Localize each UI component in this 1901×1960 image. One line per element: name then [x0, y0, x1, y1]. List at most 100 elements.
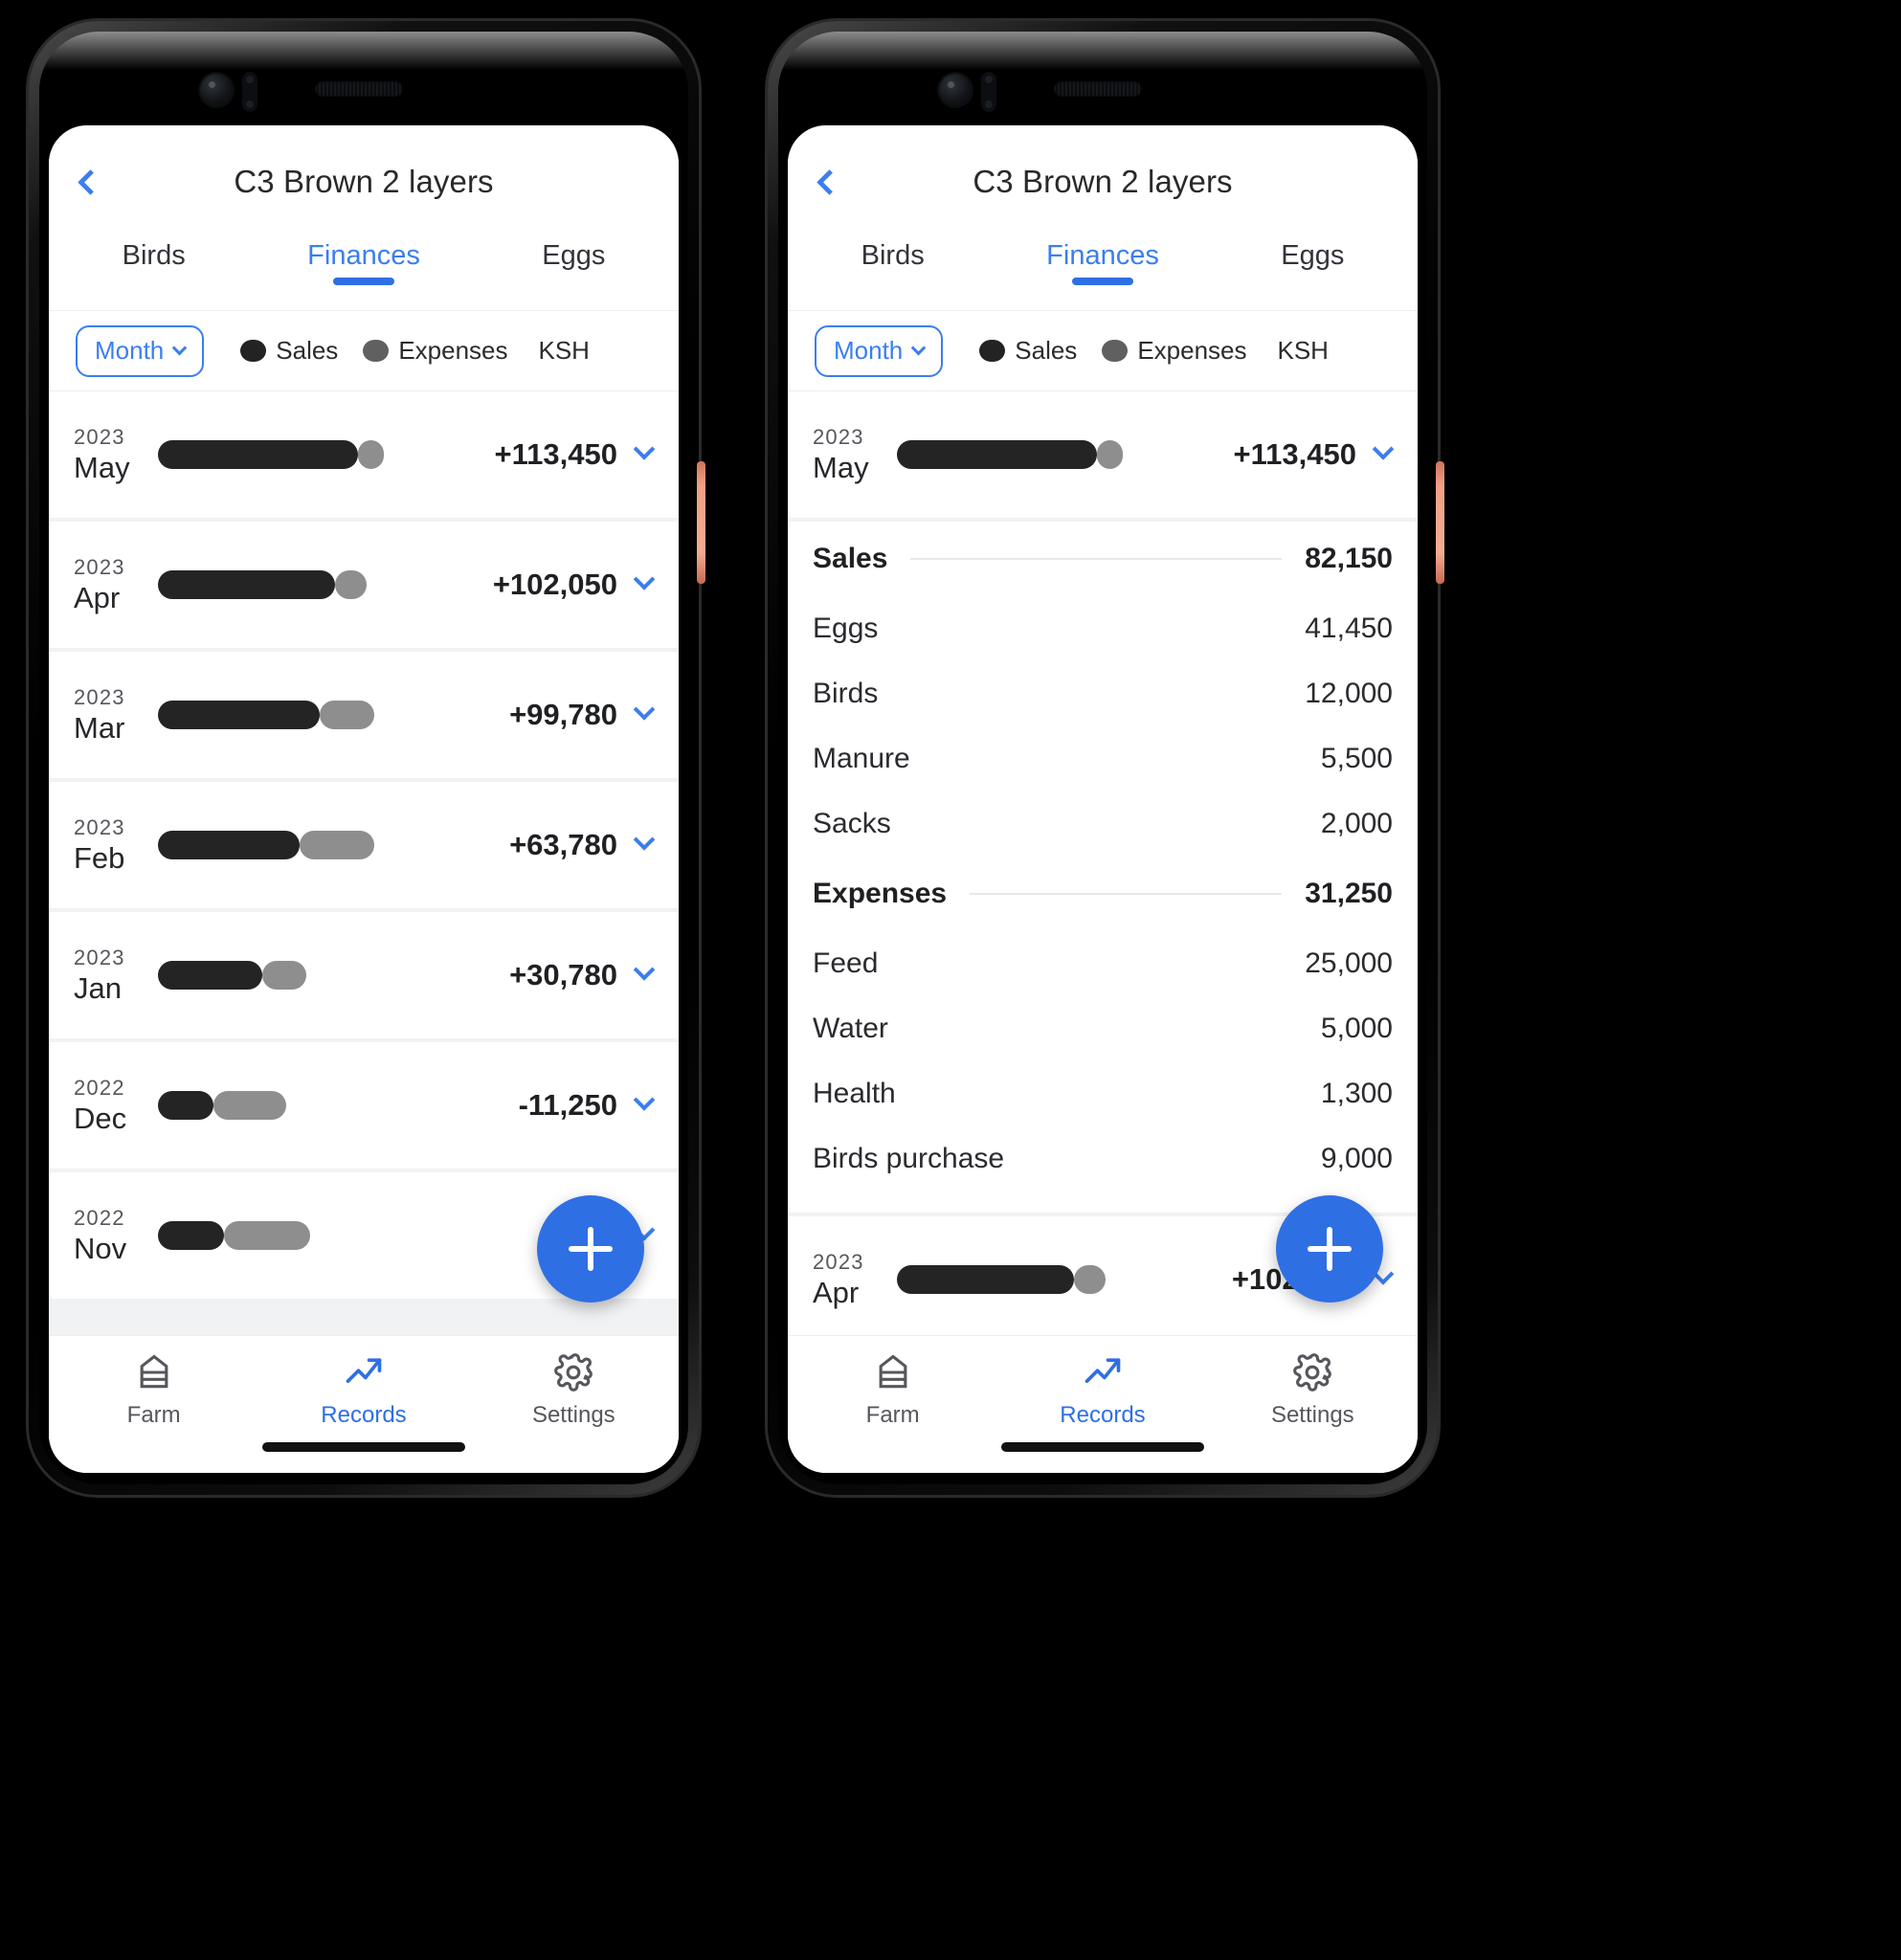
chevron-down-icon[interactable]: [633, 829, 656, 851]
chart-legend: Sales Expenses KSH: [240, 336, 590, 366]
nav-item-records[interactable]: Records: [997, 1351, 1207, 1429]
month-net-value: +30,780: [509, 958, 617, 991]
month-name: Nov: [74, 1231, 127, 1265]
period-select-label: Month: [95, 336, 165, 365]
period-select[interactable]: Month: [76, 324, 205, 377]
month-date: 2023 Jan: [74, 945, 158, 1005]
tab-birds[interactable]: Birds: [788, 238, 997, 272]
bottom-navigation: Farm Records Settings: [788, 1335, 1418, 1473]
bottom-navigation: Farm Records Settings: [49, 1335, 679, 1473]
list-item: Eggs 41,450: [813, 596, 1393, 661]
nav-item-settings[interactable]: Settings: [469, 1351, 679, 1429]
plus-icon-vertical: [1327, 1227, 1332, 1271]
earpiece-speaker-icon: [1054, 81, 1142, 97]
month-date: 2023 Apr: [813, 1249, 897, 1309]
legend-dot-expenses-icon: [1102, 340, 1129, 362]
power-button[interactable]: [1436, 461, 1444, 584]
month-name: May: [813, 450, 869, 484]
month-date: 2023 May: [74, 424, 158, 484]
detail-sales-title: Sales: [813, 543, 888, 574]
finance-month-list[interactable]: 2023 May +113,450: [49, 391, 679, 1335]
detail-label: Eggs: [813, 612, 879, 644]
month-name: Jan: [74, 970, 122, 1005]
proximity-sensor-icon: [981, 72, 996, 112]
bar-sales: [158, 1091, 213, 1120]
month-name: Dec: [74, 1101, 127, 1135]
bar-sales: [158, 831, 301, 859]
table-row[interactable]: 2022 Dec -11,250: [49, 1042, 679, 1169]
finance-month-list[interactable]: 2023 May +113,450: [788, 391, 1418, 1335]
power-button[interactable]: [697, 461, 705, 584]
chevron-down-icon: [910, 340, 927, 356]
nav-label-records: Records: [321, 1402, 407, 1428]
period-select[interactable]: Month: [815, 324, 944, 377]
nav-label-settings: Settings: [1270, 1402, 1354, 1428]
detail-amount: 9,000: [1320, 1143, 1393, 1174]
month-net-value: +102,050: [492, 568, 617, 601]
chevron-down-icon: [171, 340, 188, 356]
nav-item-records[interactable]: Records: [258, 1351, 468, 1429]
tab-finances[interactable]: Finances: [258, 238, 468, 272]
table-row[interactable]: 2023 May +113,450: [49, 391, 679, 518]
month-year: 2023: [74, 685, 125, 710]
month-year: 2023: [813, 425, 864, 450]
tab-eggs[interactable]: Eggs: [1208, 238, 1418, 272]
chevron-down-icon[interactable]: [1372, 438, 1395, 460]
table-row[interactable]: 2023 Mar +99,780: [49, 652, 679, 778]
screenshot-stage: C3 Brown 2 layers Birds Finances Eggs Mo…: [0, 0, 1901, 1960]
detail-amount: 5,500: [1320, 743, 1393, 774]
legend-dot-expenses-icon: [363, 340, 390, 362]
chevron-down-icon[interactable]: [633, 1089, 656, 1111]
divider: [910, 558, 1283, 560]
nav-item-farm[interactable]: Farm: [49, 1351, 258, 1429]
bar-sales: [897, 440, 1098, 469]
currency-label: KSH: [1277, 336, 1329, 365]
gear-icon: [554, 1353, 593, 1392]
add-record-fab[interactable]: [1276, 1195, 1383, 1303]
stacked-bar: [158, 440, 481, 469]
app-screen-right: C3 Brown 2 layers Birds Finances Eggs Mo…: [788, 125, 1418, 1473]
table-row[interactable]: 2023 Apr +102,050: [49, 522, 679, 648]
month-year: 2022: [74, 1076, 125, 1101]
list-item: Birds purchase 9,000: [813, 1126, 1393, 1192]
month-card-apr: 2023 Apr +102,050: [49, 522, 679, 648]
table-row[interactable]: 2023 Jan +30,780: [49, 912, 679, 1038]
tab-eggs[interactable]: Eggs: [469, 238, 679, 272]
page-title: C3 Brown 2 layers: [973, 164, 1233, 199]
period-select-label: Month: [834, 336, 904, 365]
detail-amount: 25,000: [1305, 947, 1393, 979]
bar-sales: [158, 570, 335, 599]
month-net-value: +63,780: [509, 828, 617, 861]
month-date: 2022 Nov: [74, 1205, 158, 1265]
stacked-bar: [158, 961, 496, 990]
bar-expenses: [223, 1221, 311, 1250]
add-record-fab[interactable]: [537, 1195, 644, 1303]
nav-item-farm[interactable]: Farm: [788, 1351, 997, 1429]
month-date: 2023 May: [813, 424, 897, 484]
chevron-down-icon[interactable]: [633, 699, 656, 721]
month-year: 2022: [74, 1206, 125, 1231]
tab-finances[interactable]: Finances: [997, 238, 1207, 272]
stacked-bar: [158, 701, 496, 729]
chevron-down-icon[interactable]: [633, 959, 656, 981]
divider: [970, 893, 1283, 895]
phone-device-right: C3 Brown 2 layers Birds Finances Eggs Mo…: [768, 21, 1444, 1495]
chevron-down-icon[interactable]: [633, 438, 656, 460]
phone-notch-area: [39, 32, 688, 125]
month-year: 2023: [74, 425, 125, 450]
chevron-down-icon[interactable]: [633, 568, 656, 590]
table-row[interactable]: 2023 Feb +63,780: [49, 782, 679, 908]
nav-item-settings[interactable]: Settings: [1208, 1351, 1418, 1429]
detail-label: Birds purchase: [813, 1143, 1005, 1174]
front-camera-icon: [200, 74, 233, 106]
nav-label-farm: Farm: [865, 1402, 920, 1428]
filter-bar: Month Sales Expenses KSH: [788, 311, 1418, 391]
bar-sales: [158, 440, 359, 469]
plus-icon-vertical: [588, 1227, 593, 1271]
month-card-mar: 2023 Mar +99,780: [49, 652, 679, 778]
tab-birds[interactable]: Birds: [49, 238, 258, 272]
month-date: 2023 Feb: [74, 814, 158, 875]
table-row[interactable]: 2023 May +113,450: [788, 391, 1418, 518]
detail-amount: 12,000: [1305, 678, 1393, 709]
barn-icon: [140, 1354, 168, 1389]
